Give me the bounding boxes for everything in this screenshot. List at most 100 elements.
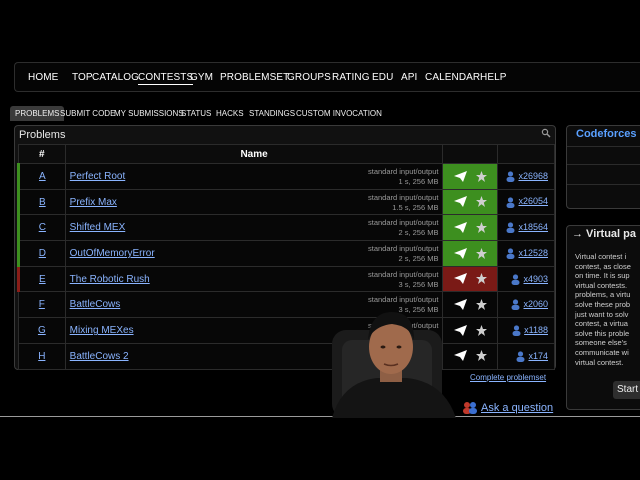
solved-count-cell: x26054 — [497, 188, 555, 216]
start-virtual-button[interactable]: Start — [613, 381, 640, 399]
problem-io: standard input/output — [367, 167, 439, 176]
solved-count-link[interactable]: x18564 — [518, 222, 548, 232]
problem-id-link[interactable]: F — [39, 299, 45, 310]
tab-hacks[interactable]: HACKS — [216, 106, 244, 121]
submit-icon[interactable] — [453, 167, 467, 184]
problem-actions-cell — [442, 163, 499, 190]
problem-name-link[interactable]: Perfect Root — [70, 171, 126, 182]
problem-id-link[interactable]: G — [38, 325, 46, 336]
nav-item-calendar[interactable]: CALENDAR — [425, 72, 480, 83]
problem-name-link[interactable]: The Robotic Rush — [70, 274, 150, 285]
solved-count-cell: x1188 — [497, 317, 555, 344]
solved-count-cell: x26968 — [497, 163, 555, 190]
users-icon — [463, 402, 477, 414]
nav-item-rating[interactable]: RATING — [332, 72, 370, 83]
table-row: F BattleCows standard input/output 3 s, 256… — [18, 291, 555, 319]
solved-count-cell: x174 — [497, 342, 555, 370]
solved-count-cell: x18564 — [497, 214, 555, 242]
nav-item-help[interactable]: HELP — [480, 72, 507, 83]
solved-count-link[interactable]: x174 — [528, 351, 548, 361]
table-row: A Perfect Root standard input/output 1 s, 2… — [17, 163, 555, 190]
problem-id-cell: D — [17, 240, 66, 267]
favorite-star-icon[interactable] — [475, 321, 487, 338]
nav-item-api[interactable]: API — [401, 72, 417, 83]
favorite-star-icon[interactable] — [475, 296, 487, 313]
problem-name-link[interactable]: Prefix Max — [70, 197, 117, 208]
problem-id-link[interactable]: H — [38, 351, 45, 362]
favorite-star-icon[interactable] — [475, 193, 487, 210]
submit-icon[interactable] — [453, 193, 467, 210]
header-name: Name — [64, 144, 444, 164]
solved-count-link[interactable]: x12528 — [518, 248, 548, 258]
nav-item-edu[interactable]: EDU — [372, 72, 393, 83]
nav-item-home[interactable]: HOME — [28, 72, 58, 83]
problem-io: standard input/output — [367, 269, 439, 279]
tab-standings[interactable]: STANDINGS — [249, 106, 295, 121]
solved-count-link[interactable]: x26054 — [518, 196, 548, 206]
problem-actions-cell — [442, 265, 499, 293]
user-icon — [506, 248, 515, 259]
webcam-overlay — [332, 312, 456, 418]
solved-count-link[interactable]: x2060 — [523, 299, 548, 309]
favorite-star-icon[interactable] — [475, 347, 487, 364]
settings-icon[interactable] — [541, 128, 551, 138]
nav-item-catalog[interactable]: CATALOG — [92, 72, 139, 83]
divider — [567, 184, 640, 185]
problem-name-link[interactable]: Shifted MEX — [70, 222, 126, 233]
solved-count-cell: x12528 — [497, 240, 555, 267]
user-icon — [516, 351, 525, 362]
table-row: E The Robotic Rush standard input/output 3 … — [17, 265, 555, 293]
favorite-star-icon[interactable] — [475, 167, 487, 184]
problem-name-link[interactable]: Mixing MEXes — [70, 325, 134, 336]
tab-status[interactable]: STATUS — [181, 106, 211, 121]
favorite-star-icon[interactable] — [475, 270, 487, 287]
virtual-participation-box: → Virtual pa Virtual contest i contest, a… — [566, 225, 640, 410]
solved-count-link[interactable]: x4903 — [523, 274, 548, 284]
tab-my-submissions[interactable]: MY SUBMISSIONS — [114, 106, 184, 121]
favorite-star-icon[interactable] — [475, 244, 487, 261]
tab-custom-invocation[interactable]: CUSTOM INVOCATION — [296, 106, 382, 121]
submit-icon[interactable] — [453, 244, 467, 261]
virtual-text-line: contest, a virtua — [575, 319, 628, 329]
problem-id-link[interactable]: A — [39, 171, 46, 182]
problem-id-cell: C — [17, 214, 66, 242]
problem-name-link[interactable]: OutOfMemoryError — [70, 248, 155, 259]
problem-name-link[interactable]: BattleCows — [70, 299, 121, 310]
nav-item-top[interactable]: TOP — [72, 72, 93, 83]
submit-icon[interactable] — [453, 219, 467, 236]
virtual-text-line: solve this proble — [575, 328, 630, 338]
virtual-participation-text: Virtual contest i contest, as close on tim… — [575, 252, 640, 367]
ask-question-link[interactable]: Ask a question — [481, 402, 553, 414]
virtual-text-line: just want to solv — [575, 309, 629, 319]
problem-limits: standard input/output 3 s, 256 MB — [368, 270, 438, 290]
problem-time-memory: 2 s, 256 MB — [398, 254, 439, 264]
favorite-star-icon[interactable] — [475, 219, 487, 236]
problem-limits: standard input/output 1.5 s, 256 MB — [368, 193, 438, 213]
sidebar-box-title[interactable]: Codeforces — [576, 128, 637, 140]
problem-id-link[interactable]: E — [39, 274, 46, 285]
problem-id-link[interactable]: B — [39, 197, 46, 208]
user-icon — [506, 171, 515, 182]
problem-id-link[interactable]: C — [39, 222, 46, 233]
solved-count-link[interactable]: x26968 — [518, 171, 548, 181]
tab-submit-code[interactable]: SUBMIT CODE — [60, 106, 115, 121]
submit-icon[interactable] — [453, 270, 467, 287]
problems-box: Problems # Name A Perfect Root standard in… — [14, 125, 556, 370]
tab-problems[interactable]: PROBLEMS — [10, 106, 65, 121]
nav-item-gym[interactable]: GYM — [190, 72, 213, 83]
virtual-text-line: someone else's — [575, 338, 627, 348]
solved-count-cell: x4903 — [497, 265, 555, 293]
table-header-row: # Name — [18, 144, 555, 164]
complete-problemset-link[interactable]: Complete problemset — [470, 373, 546, 382]
nav-item-groups[interactable]: GROUPS — [287, 72, 331, 83]
problem-name-link[interactable]: BattleCows 2 — [70, 351, 129, 362]
problem-id-link[interactable]: D — [39, 248, 46, 259]
virtual-text-line: solve these prob — [575, 299, 631, 309]
nav-item-contests[interactable]: CONTESTS — [138, 72, 194, 85]
nav-item-problemset[interactable]: PROBLEMSET — [220, 72, 289, 83]
user-icon — [511, 299, 520, 311]
problem-id-cell: A — [17, 163, 66, 190]
virtual-text-line: Virtual contest i — [575, 252, 627, 261]
solved-count-link[interactable]: x1188 — [524, 325, 548, 335]
problem-limits: standard input/output 1 s, 256 MB — [368, 167, 438, 187]
